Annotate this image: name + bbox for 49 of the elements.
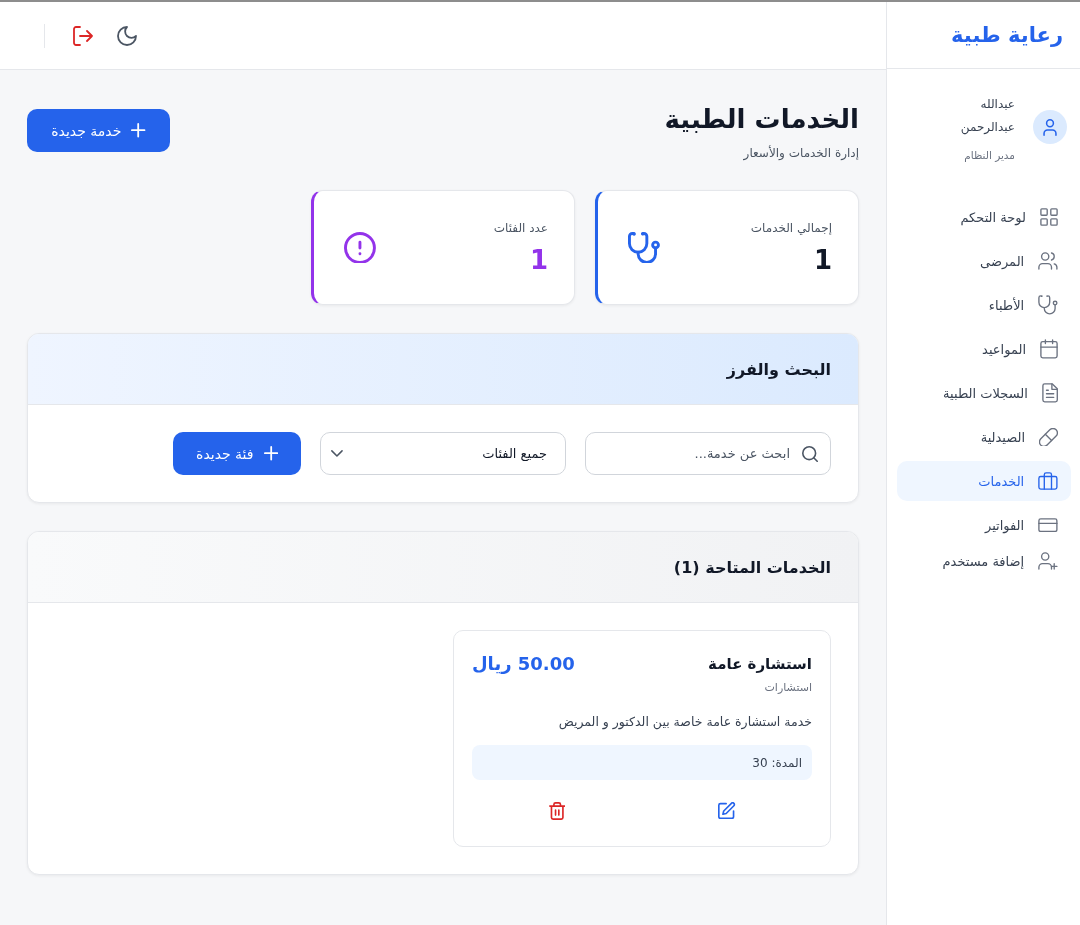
panel-title: البحث والفرز bbox=[726, 359, 831, 379]
plus-icon bbox=[131, 123, 146, 138]
document-icon bbox=[1041, 383, 1058, 403]
add-user-icon bbox=[1038, 552, 1058, 570]
search-field[interactable]: ابحث عن خدمة... bbox=[585, 432, 831, 475]
stethoscope-icon bbox=[628, 231, 660, 264]
nav-item[interactable]: لوحة التحكم bbox=[897, 197, 1071, 237]
service-price: 50.00 ريال bbox=[472, 653, 575, 674]
app-title: رعاية طبية bbox=[951, 23, 1063, 47]
users-icon bbox=[1038, 252, 1058, 270]
user-role: مدير النظام bbox=[963, 149, 1015, 161]
stat-label: عدد الفئات bbox=[493, 220, 548, 235]
chevron-icon bbox=[331, 450, 343, 457]
user-name: عبدالله عبدالرحمن bbox=[959, 96, 1015, 137]
panel-title: الخدمات المتاحة (1) bbox=[673, 557, 831, 577]
avatar-icon bbox=[1033, 110, 1067, 144]
page-subtitle: إدارة الخدمات والأسعار bbox=[742, 146, 859, 160]
pill-icon bbox=[1039, 427, 1058, 447]
service-description: خدمة استشارة عامة خاصة بين الدكتور و المريض bbox=[557, 714, 812, 729]
duration-info: المدة: 30 bbox=[472, 745, 812, 780]
nav-item[interactable]: السجلات الطبية bbox=[897, 373, 1071, 413]
service-name: استشارة عامة bbox=[708, 654, 812, 673]
search-icon bbox=[802, 446, 818, 462]
nav-item[interactable]: الفواتير bbox=[897, 505, 1071, 545]
briefcase-icon bbox=[1038, 472, 1058, 490]
category-select[interactable]: جميع الفئات bbox=[320, 432, 566, 475]
plus-icon bbox=[263, 446, 278, 461]
stat-label: إجمالي الخدمات bbox=[750, 220, 832, 235]
new-category-button[interactable]: فئة جديدة bbox=[173, 432, 301, 475]
nav-item[interactable]: الصيدلية bbox=[897, 417, 1071, 457]
moon-icon[interactable] bbox=[117, 25, 137, 46]
new-service-button[interactable]: خدمة جديدة bbox=[27, 109, 170, 152]
calendar-icon bbox=[1040, 339, 1058, 359]
stat-value: 1 bbox=[528, 244, 548, 275]
credit-card-icon bbox=[1038, 517, 1058, 533]
nav-item[interactable]: الأطباء bbox=[897, 285, 1071, 325]
alert-circle-icon bbox=[344, 231, 376, 264]
logout-icon[interactable] bbox=[73, 25, 93, 46]
nav-item[interactable]: المواعيد bbox=[897, 329, 1071, 369]
delete-icon[interactable] bbox=[548, 802, 566, 820]
nav-item[interactable]: المرضى bbox=[897, 241, 1071, 281]
stat-value: 1 bbox=[812, 244, 832, 275]
grid-icon bbox=[1040, 208, 1058, 226]
service-category: استشارات bbox=[763, 681, 812, 694]
nav-item[interactable]: الخدمات bbox=[897, 461, 1071, 501]
stethoscope-icon bbox=[1038, 295, 1058, 315]
nav-item[interactable]: إضافة مستخدم bbox=[897, 545, 1071, 577]
page-title: الخدمات الطبية bbox=[664, 103, 859, 136]
edit-icon[interactable] bbox=[718, 802, 736, 820]
